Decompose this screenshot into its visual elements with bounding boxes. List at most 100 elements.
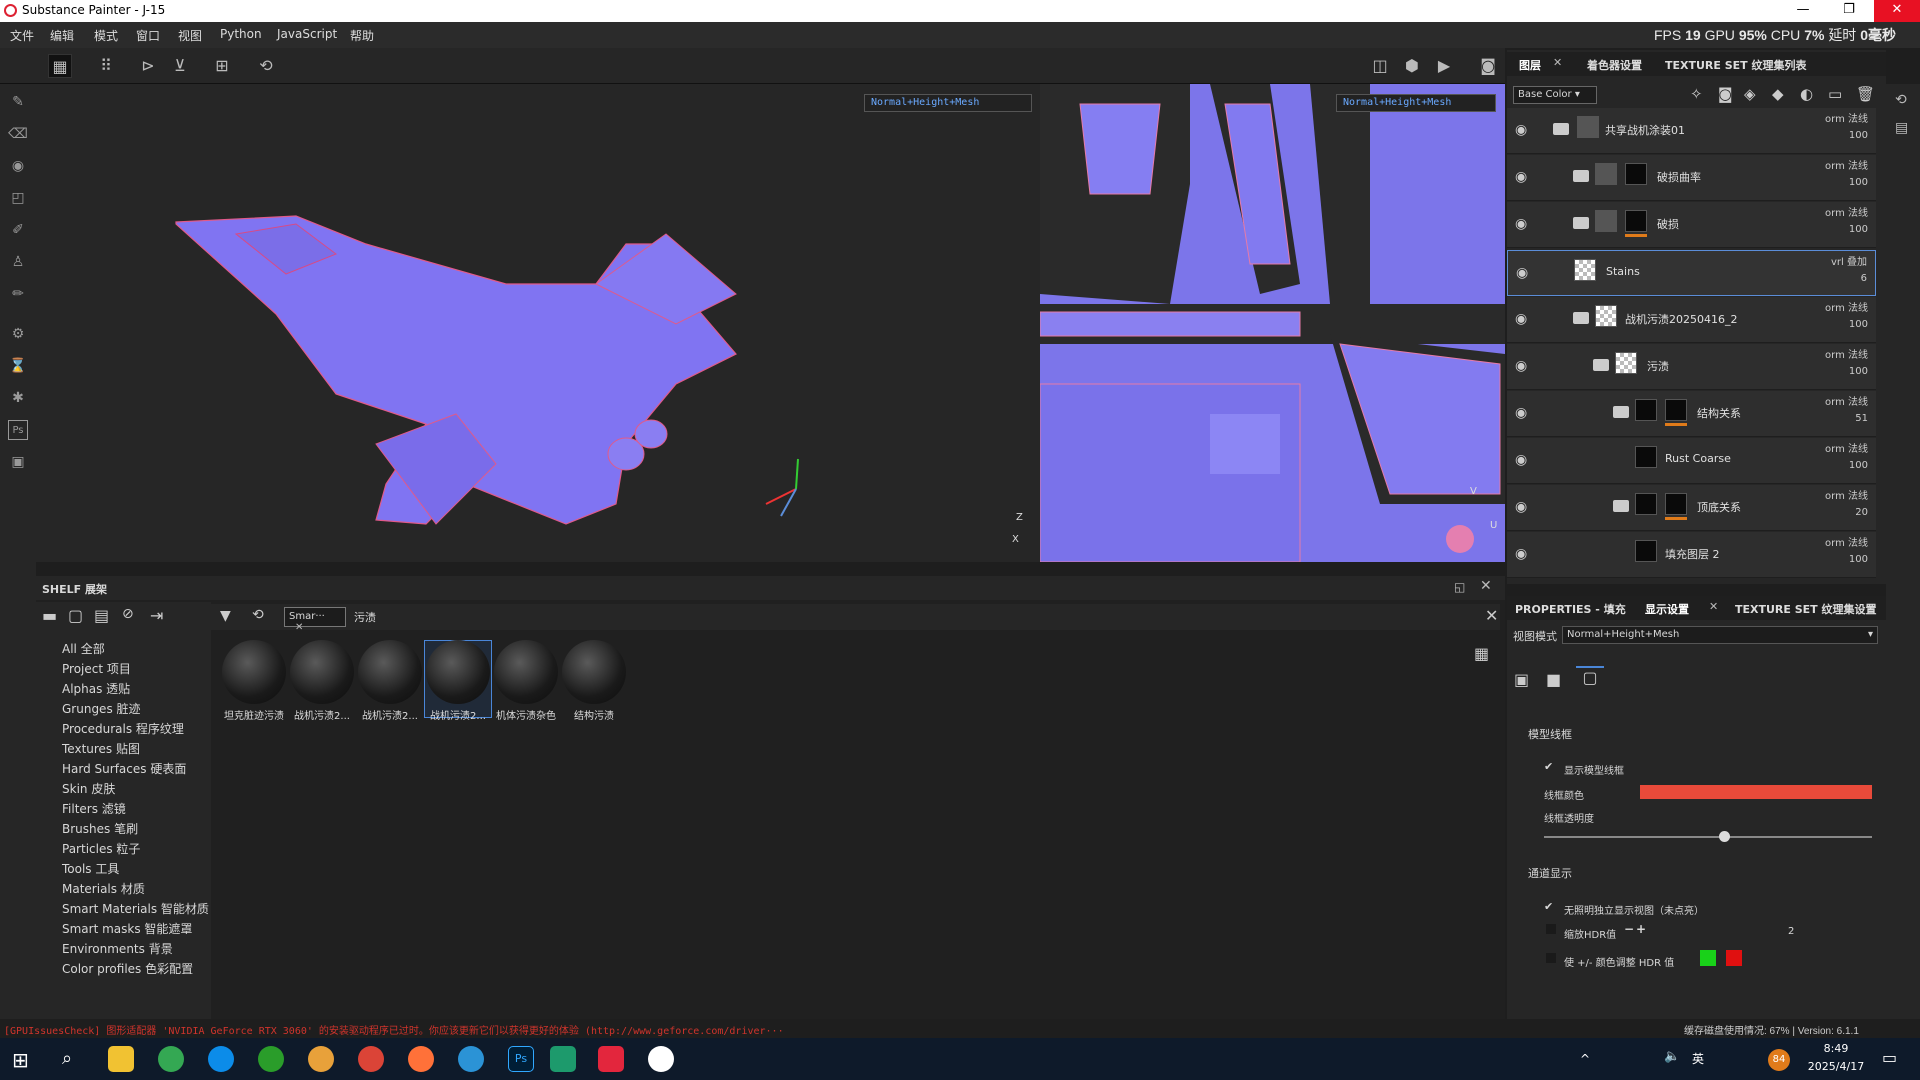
browser-icon[interactable]: [308, 1046, 334, 1072]
layer-row[interactable]: ◉ 共享战机涂装01 orm 法线 100: [1507, 108, 1876, 154]
color-picker-icon[interactable]: ✏: [8, 284, 28, 304]
file-explorer-icon[interactable]: [108, 1046, 134, 1072]
eraser-icon[interactable]: ⌫: [8, 124, 28, 144]
eye-icon[interactable]: ◉: [1515, 169, 1531, 185]
grid-view-icon[interactable]: ▦: [1474, 644, 1489, 663]
volume-icon[interactable]: 🔈: [1664, 1049, 1680, 1064]
layer-blend[interactable]: orm 法线: [1825, 299, 1868, 314]
category-item[interactable]: Color profiles 色彩配置: [62, 960, 193, 977]
layer-row[interactable]: ◉ Rust Coarse orm 法线 100: [1507, 438, 1876, 484]
2d-uv-viewport[interactable]: Normal+Height+Mesh V U: [1040, 84, 1505, 562]
layer-blend[interactable]: orm 法线: [1825, 440, 1868, 455]
plus-icon[interactable]: +: [1636, 922, 1646, 936]
chrome-icon[interactable]: [358, 1046, 384, 1072]
plugin-icon[interactable]: ✱: [8, 388, 28, 408]
history-panel-icon[interactable]: ⟲: [1895, 92, 1907, 108]
close-button[interactable]: ✕: [1874, 0, 1920, 22]
search-icon[interactable]: ⌕: [62, 1048, 72, 1069]
shelf-item-thumbnail[interactable]: [290, 640, 354, 704]
tab-texture-set-list[interactable]: TEXTURE SET 纹理集列表: [1665, 57, 1807, 73]
layer-row[interactable]: ◉ 结构关系 orm 法线 51: [1507, 391, 1876, 437]
category-item[interactable]: Tools 工具: [62, 860, 119, 877]
save-icon[interactable]: ▤: [94, 606, 109, 625]
add-effect-icon[interactable]: ✧: [1690, 85, 1703, 103]
camera-icon[interactable]: ▶: [1432, 54, 1456, 78]
geometry-mask-icon[interactable]: ◰: [8, 188, 28, 208]
action-center-icon[interactable]: ▭: [1882, 1048, 1897, 1067]
minus-icon[interactable]: −: [1624, 922, 1634, 936]
category-item[interactable]: Materials 材质: [62, 880, 145, 897]
minimize-button[interactable]: —: [1780, 0, 1826, 22]
search-clear-icon[interactable]: ✕: [1485, 606, 1498, 625]
channel-dropdown[interactable]: Base Color ▾: [1513, 86, 1597, 104]
category-item[interactable]: All 全部: [62, 640, 105, 657]
cube-view-icon[interactable]: ⬢: [1400, 54, 1424, 78]
layer-row[interactable]: ◉ 填充图层 2 orm 法线 100: [1507, 532, 1876, 578]
layer-blend[interactable]: orm 法线: [1825, 393, 1868, 408]
mirror-y-icon[interactable]: ⊻: [168, 54, 192, 78]
menu-window[interactable]: 窗口: [136, 27, 160, 44]
layer-blend[interactable]: orm 法线: [1825, 157, 1868, 172]
layer-opacity[interactable]: 100: [1849, 177, 1868, 188]
screenshot-icon[interactable]: ◙: [1476, 54, 1500, 78]
layer-row[interactable]: ◉ 顶底关系 orm 法线 20: [1507, 485, 1876, 531]
layer-opacity[interactable]: 6: [1861, 273, 1867, 284]
layer-opacity[interactable]: 20: [1855, 507, 1868, 518]
menu-mode[interactable]: 模式: [94, 27, 118, 44]
3d-viewport[interactable]: Normal+Height+Mesh Y Z X: [36, 84, 1047, 562]
browser-icon[interactable]: [158, 1046, 184, 1072]
wire-color-swatch[interactable]: [1640, 785, 1872, 799]
eye-icon[interactable]: ◉: [1515, 405, 1531, 421]
layer-opacity[interactable]: 51: [1855, 413, 1868, 424]
category-item[interactable]: Hard Surfaces 硬表面: [62, 760, 186, 777]
ime-indicator[interactable]: 英: [1692, 1050, 1704, 1067]
checkbox-checked[interactable]: ✔: [1544, 760, 1553, 773]
split-view-icon[interactable]: ◫: [1368, 54, 1392, 78]
clone-stamp-icon[interactable]: ♙: [8, 252, 28, 272]
layer-opacity[interactable]: 100: [1849, 460, 1868, 471]
photoshop-taskbar-icon[interactable]: Ps: [508, 1046, 534, 1072]
eye-icon[interactable]: ◉: [1516, 265, 1532, 281]
layer-blend[interactable]: orm 法线: [1825, 346, 1868, 361]
ie-icon[interactable]: [458, 1046, 484, 1072]
checkbox-checked[interactable]: ✔: [1544, 900, 1553, 913]
category-item[interactable]: Environments 背景: [62, 940, 173, 957]
mirror-x-icon[interactable]: ⊳: [136, 54, 160, 78]
folder-icon[interactable]: ▬: [42, 606, 57, 625]
category-item[interactable]: Filters 滤镜: [62, 800, 126, 817]
menu-help[interactable]: 帮助: [350, 27, 374, 44]
add-fill-layer-icon[interactable]: ◆: [1772, 85, 1784, 103]
reset-icon[interactable]: ⟲: [252, 607, 264, 623]
view-mode-select[interactable]: Normal+Height+Mesh ▾: [1562, 626, 1878, 644]
add-mask-icon[interactable]: ◙: [1718, 85, 1733, 103]
eye-icon[interactable]: ◉: [1515, 122, 1531, 138]
log-panel-icon[interactable]: ▤: [1895, 120, 1908, 136]
category-item[interactable]: Procedurals 程序纹理: [62, 720, 184, 737]
tab-close-icon[interactable]: ✕: [1553, 56, 1562, 69]
wire-opacity-slider-track[interactable]: [1544, 836, 1872, 838]
multi-grid-icon[interactable]: ⠿: [94, 54, 118, 78]
new-page-icon[interactable]: ▢: [68, 606, 83, 625]
shelf-search-input[interactable]: [354, 607, 1254, 627]
shelf-item-thumbnail[interactable]: [426, 640, 490, 704]
image-view-icon[interactable]: ▣: [1514, 670, 1529, 689]
clock-date[interactable]: 2025/4/17: [1800, 1060, 1872, 1073]
category-item[interactable]: Alphas 透贴: [62, 680, 130, 697]
layer-opacity[interactable]: 100: [1849, 319, 1868, 330]
frame-view-icon[interactable]: ▢: [1576, 666, 1604, 692]
view-mode-dropdown-right[interactable]: Normal+Height+Mesh: [1336, 94, 1496, 112]
layer-blend[interactable]: orm 法线: [1825, 487, 1868, 502]
red-swatch[interactable]: [1726, 950, 1742, 966]
add-smart-material-icon[interactable]: ◐: [1800, 85, 1813, 103]
photoshop-icon[interactable]: Ps: [8, 420, 28, 440]
category-item[interactable]: Smart Materials 智能材质: [62, 900, 209, 917]
tab-close-icon[interactable]: ✕: [1709, 600, 1718, 613]
export-icon[interactable]: ▣: [8, 452, 28, 472]
add-folder-icon[interactable]: ▭: [1828, 85, 1842, 103]
layer-row-selected[interactable]: ◉ Stains vrl 叠加 6: [1507, 250, 1876, 296]
layer-blend[interactable]: orm 法线: [1825, 204, 1868, 219]
layer-blend[interactable]: orm 法线: [1825, 534, 1868, 549]
category-item[interactable]: Smart masks 智能遮罩: [62, 920, 192, 937]
history-icon[interactable]: ⟲: [254, 54, 278, 78]
shelf-item-thumbnail[interactable]: [222, 640, 286, 704]
